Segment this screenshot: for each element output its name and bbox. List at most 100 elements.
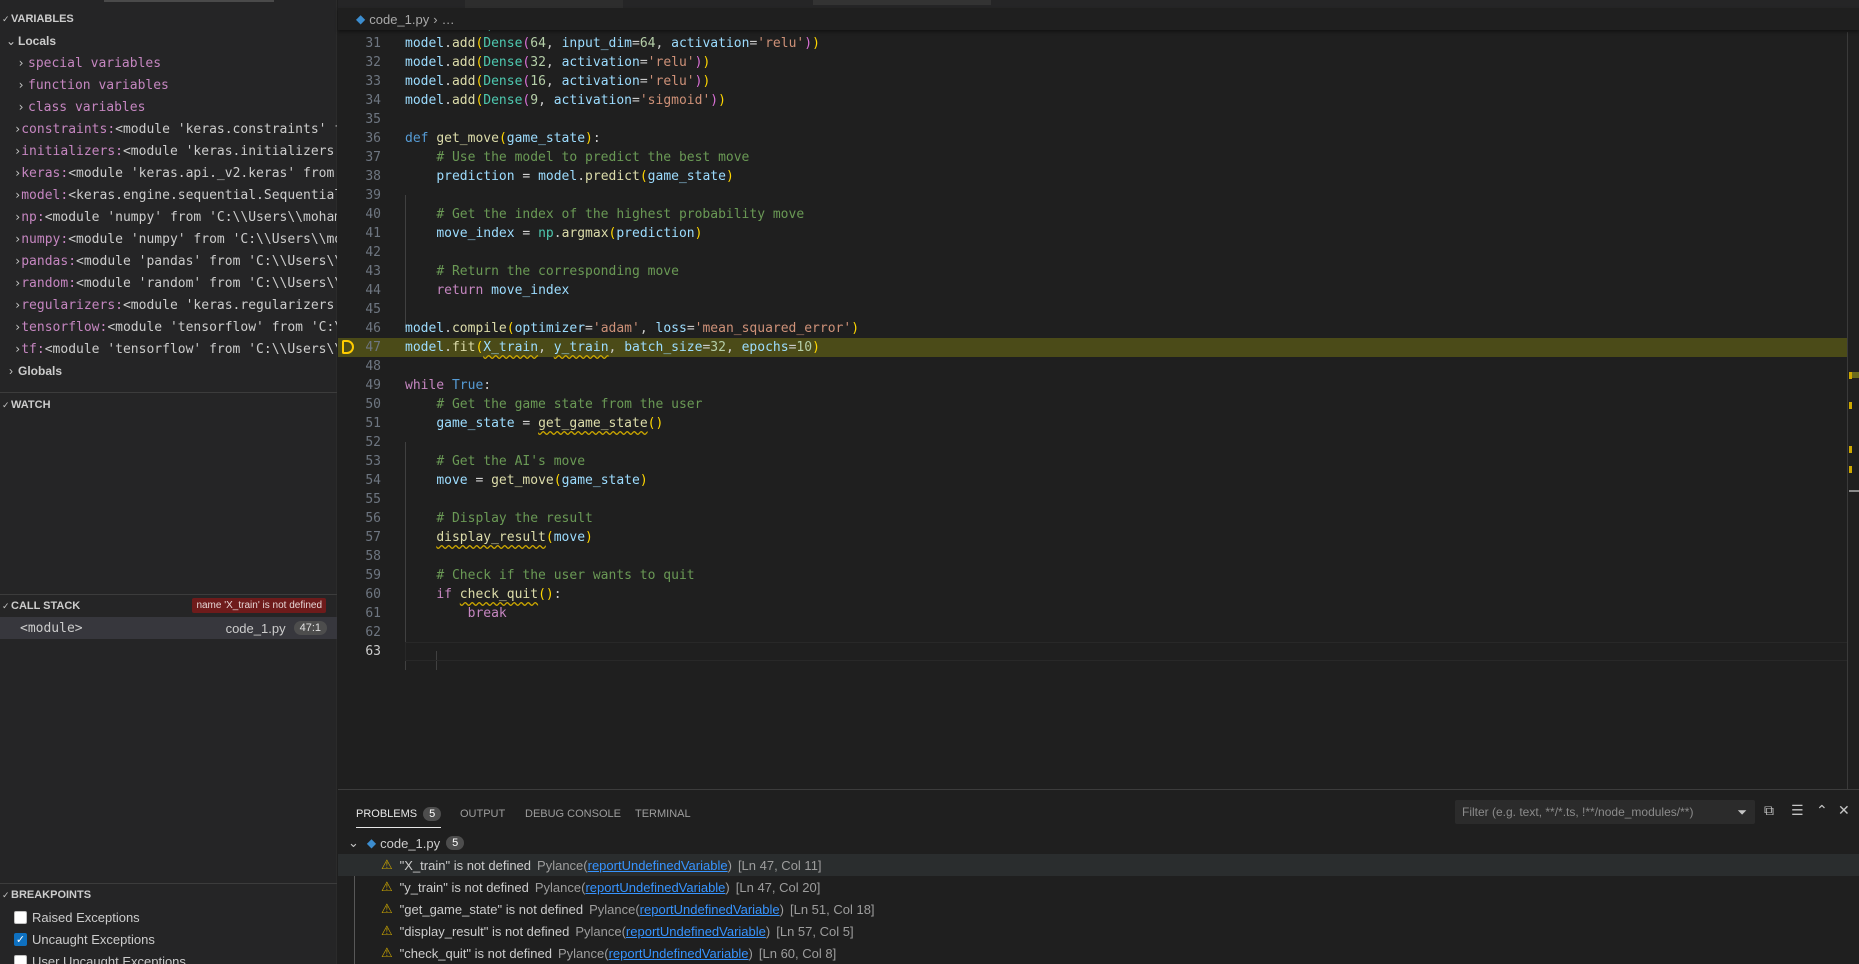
problem-item[interactable]: ⚠ "check_quit" is not defined Pylance(repo…: [338, 942, 1859, 964]
sidebar-scrollbar[interactable]: [104, 0, 274, 2]
code-line[interactable]: 50 # Get the game state from the user: [338, 395, 1848, 414]
code-line[interactable]: 38 prediction = model.predict(game_state…: [338, 167, 1848, 186]
tab-problems[interactable]: PROBLEMS 5: [356, 800, 442, 828]
code-line[interactable]: 49 while True:: [338, 376, 1848, 395]
locals-scope[interactable]: ⌄ Locals: [0, 30, 337, 52]
callstack-frame[interactable]: <module> code_1.py 47:1: [0, 617, 337, 639]
code-line[interactable]: 35: [338, 110, 1848, 129]
problems-file-group[interactable]: ⌄ ◆ code_1.py 5: [348, 832, 465, 854]
variable-value: <module 'pandas' from 'C:\\Users\\…: [76, 253, 337, 269]
code-line[interactable]: 58: [338, 547, 1848, 566]
problem-rule-link[interactable]: reportUndefinedVariable: [588, 858, 728, 873]
close-panel-icon[interactable]: ✕: [1838, 802, 1850, 819]
code-line[interactable]: 32 model.add(Dense(32, activation='relu')…: [338, 53, 1848, 72]
variable-item[interactable]: › initializers: <module 'keras.initialize…: [0, 140, 337, 162]
variable-item[interactable]: › model: <keras.engine.sequential.Sequent…: [0, 184, 337, 206]
problem-rule-link[interactable]: reportUndefinedVariable: [640, 902, 780, 917]
breadcrumb-symbol[interactable]: …: [442, 12, 455, 27]
problem-item[interactable]: ⚠ "y_train" is not defined Pylance(reportU…: [338, 876, 1859, 898]
variable-item[interactable]: › regularizers: <module 'keras.regularize…: [0, 294, 337, 316]
code-line[interactable]: 51 game_state = get_game_state(): [338, 414, 1848, 433]
code-line[interactable]: 59 # Check if the user wants to quit: [338, 566, 1848, 585]
code-line[interactable]: 60 if check_quit():: [338, 585, 1848, 604]
line-number: 54: [365, 473, 381, 488]
code-line[interactable]: 43 # Return the corresponding move: [338, 262, 1848, 281]
code-line[interactable]: 52: [338, 433, 1848, 452]
watch-section-header[interactable]: ✓ WATCH: [0, 394, 337, 416]
code-line[interactable]: 47 model.fit(X_train, y_train, batch_size…: [338, 338, 1848, 357]
variable-item[interactable]: › constraints: <module 'keras.constraints…: [0, 118, 337, 140]
code-line[interactable]: 33 model.add(Dense(16, activation='relu')…: [338, 72, 1848, 91]
code-line[interactable]: 40 # Get the index of the highest probab…: [338, 205, 1848, 224]
editor-scrollbar[interactable]: [1847, 32, 1848, 789]
problem-rule-link[interactable]: reportUndefinedVariable: [626, 924, 766, 939]
code-line[interactable]: 61 break: [338, 604, 1848, 623]
globals-scope[interactable]: › Globals: [0, 360, 337, 382]
code-line[interactable]: 46 model.compile(optimizer='adam', loss='…: [338, 319, 1848, 338]
code-line[interactable]: 56 # Display the result: [338, 509, 1848, 528]
tab-output[interactable]: OUTPUT: [460, 800, 505, 828]
breakpoint-uncaught-exceptions[interactable]: ✓ Uncaught Exceptions: [14, 928, 155, 950]
code-line[interactable]: 37 # Use the model to predict the best m…: [338, 148, 1848, 167]
editor-tab[interactable]: [465, 0, 623, 8]
warning-icon: ⚠: [381, 923, 393, 938]
code-line[interactable]: 42: [338, 243, 1848, 262]
variable-item[interactable]: › function variables: [0, 74, 337, 96]
code-line[interactable]: 57 display_result(move): [338, 528, 1848, 547]
code-text: # Return the corresponding move: [436, 264, 679, 279]
code-line[interactable]: 44 return move_index: [338, 281, 1848, 300]
line-number: 62: [365, 625, 381, 640]
variable-item[interactable]: › np: <module 'numpy' from 'C:\\Users\\mo…: [0, 206, 337, 228]
tab-terminal[interactable]: TERMINAL: [635, 800, 691, 828]
problem-rule-link[interactable]: reportUndefinedVariable: [585, 880, 725, 895]
code-line[interactable]: 62: [338, 623, 1848, 642]
maximize-panel-icon[interactable]: ⌃: [1816, 802, 1828, 819]
variable-item[interactable]: › random: <module 'random' from 'C:\\User…: [0, 272, 337, 294]
code-line[interactable]: 48: [338, 357, 1848, 376]
checkbox[interactable]: [14, 910, 27, 924]
breakpoints-section-header[interactable]: ✓ BREAKPOINTS: [0, 884, 337, 906]
tab-scrollbar[interactable]: [813, 0, 991, 5]
problem-rule-link[interactable]: reportUndefinedVariable: [609, 946, 749, 961]
view-as-list-icon[interactable]: ☰: [1791, 802, 1804, 819]
tab-debug-console[interactable]: DEBUG CONSOLE: [525, 800, 621, 828]
code-line[interactable]: 34 model.add(Dense(9, activation='sigmoid…: [338, 91, 1848, 110]
problem-item[interactable]: ⚠ "display_result" is not defined Pylance(…: [338, 920, 1859, 942]
variable-item[interactable]: › keras: <module 'keras.api._v2.keras' fr…: [0, 162, 337, 184]
problem-source: Pylance: [557, 945, 605, 961]
variable-name: numpy:: [21, 231, 69, 247]
exception-badge: name 'X_train' is not defined: [192, 598, 326, 613]
variable-item[interactable]: › pandas: <module 'pandas' from 'C:\\User…: [0, 250, 337, 272]
variable-item[interactable]: › numpy: <module 'numpy' from 'C:\\Users\…: [0, 228, 337, 250]
variable-item[interactable]: › tf: <module 'tensorflow' from 'C:\\User…: [0, 338, 337, 360]
variable-item[interactable]: › class variables: [0, 96, 337, 118]
variable-item[interactable]: › special variables: [0, 52, 337, 74]
variable-value: <module 'numpy' from 'C:\\Users\\mo…: [68, 231, 337, 247]
variables-section-header[interactable]: ✓ VARIABLES: [0, 8, 337, 30]
breadcrumb-file[interactable]: code_1.py: [369, 12, 429, 27]
breakpoint-user-uncaught-exceptions[interactable]: User Uncaught Exceptions: [14, 950, 186, 964]
code-line[interactable]: 53 # Get the AI's move: [338, 452, 1848, 471]
code-line[interactable]: 39: [338, 186, 1848, 205]
collapse-all-icon[interactable]: ⧉: [1764, 802, 1774, 819]
checkbox[interactable]: [14, 954, 27, 964]
code-line[interactable]: 55: [338, 490, 1848, 509]
problem-item[interactable]: ⚠ "X_train" is not defined Pylance(reportU…: [338, 854, 1859, 876]
filter-icon[interactable]: ⏷: [1737, 805, 1747, 820]
variable-item[interactable]: › tensorflow: <module 'tensorflow' from '…: [0, 316, 337, 338]
code-line[interactable]: 41 move_index = np.argmax(prediction): [338, 224, 1848, 243]
variable-name: tensorflow:: [21, 319, 108, 335]
checkbox-checked[interactable]: ✓: [14, 932, 27, 946]
problem-item[interactable]: ⚠ "get_game_state" is not defined Pylance(…: [338, 898, 1859, 920]
code-line[interactable]: 36 def get_move(game_state):: [338, 129, 1848, 148]
variable-name: random:: [21, 275, 77, 291]
code-editor[interactable]: 30model = Sequential()31model.add(Dense(…: [338, 24, 1859, 789]
problems-filter-input[interactable]: Filter (e.g. text, **/*.ts, !**/node_mod…: [1455, 800, 1755, 824]
code-line[interactable]: 63: [338, 642, 1848, 661]
breakpoint-raised-exceptions[interactable]: Raised Exceptions: [14, 906, 140, 928]
line-number: 60: [365, 587, 381, 602]
code-line[interactable]: 54 move = get_move(game_state): [338, 471, 1848, 490]
overview-warning-marker: [1849, 466, 1852, 473]
code-line[interactable]: 45: [338, 300, 1848, 319]
code-line[interactable]: 31 model.add(Dense(64, input_dim=64, acti…: [338, 34, 1848, 53]
